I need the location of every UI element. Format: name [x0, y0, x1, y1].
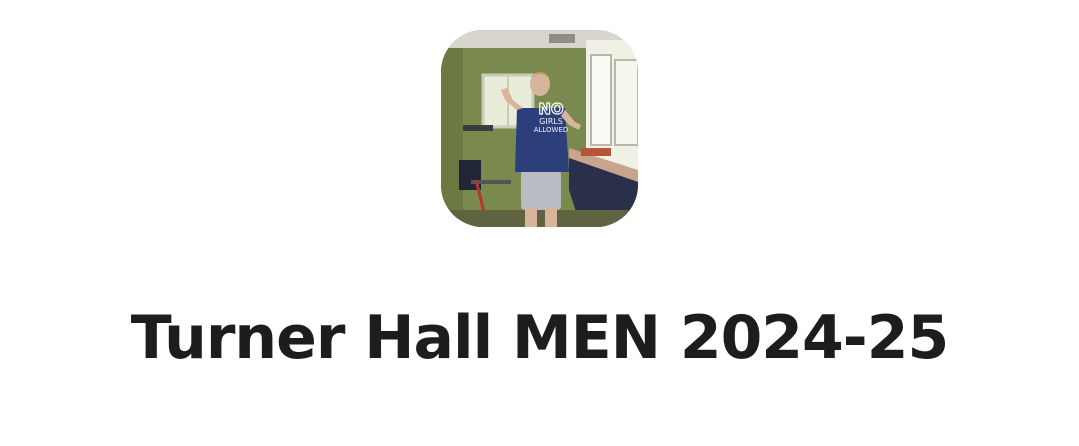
page-title: Turner Hall MEN 2024-25	[130, 303, 949, 373]
shirt-text-no: NO	[538, 100, 563, 118]
avatar-photo: NO GIRLS ALLOWED	[441, 30, 638, 227]
profile-page: NO GIRLS ALLOWED Turner Hall MEN 2024-25	[0, 0, 1079, 446]
avatar[interactable]: NO GIRLS ALLOWED	[441, 30, 638, 227]
shirt-text-girls: GIRLS	[539, 117, 563, 126]
shirt-text-allowed: ALLOWED	[534, 126, 569, 134]
